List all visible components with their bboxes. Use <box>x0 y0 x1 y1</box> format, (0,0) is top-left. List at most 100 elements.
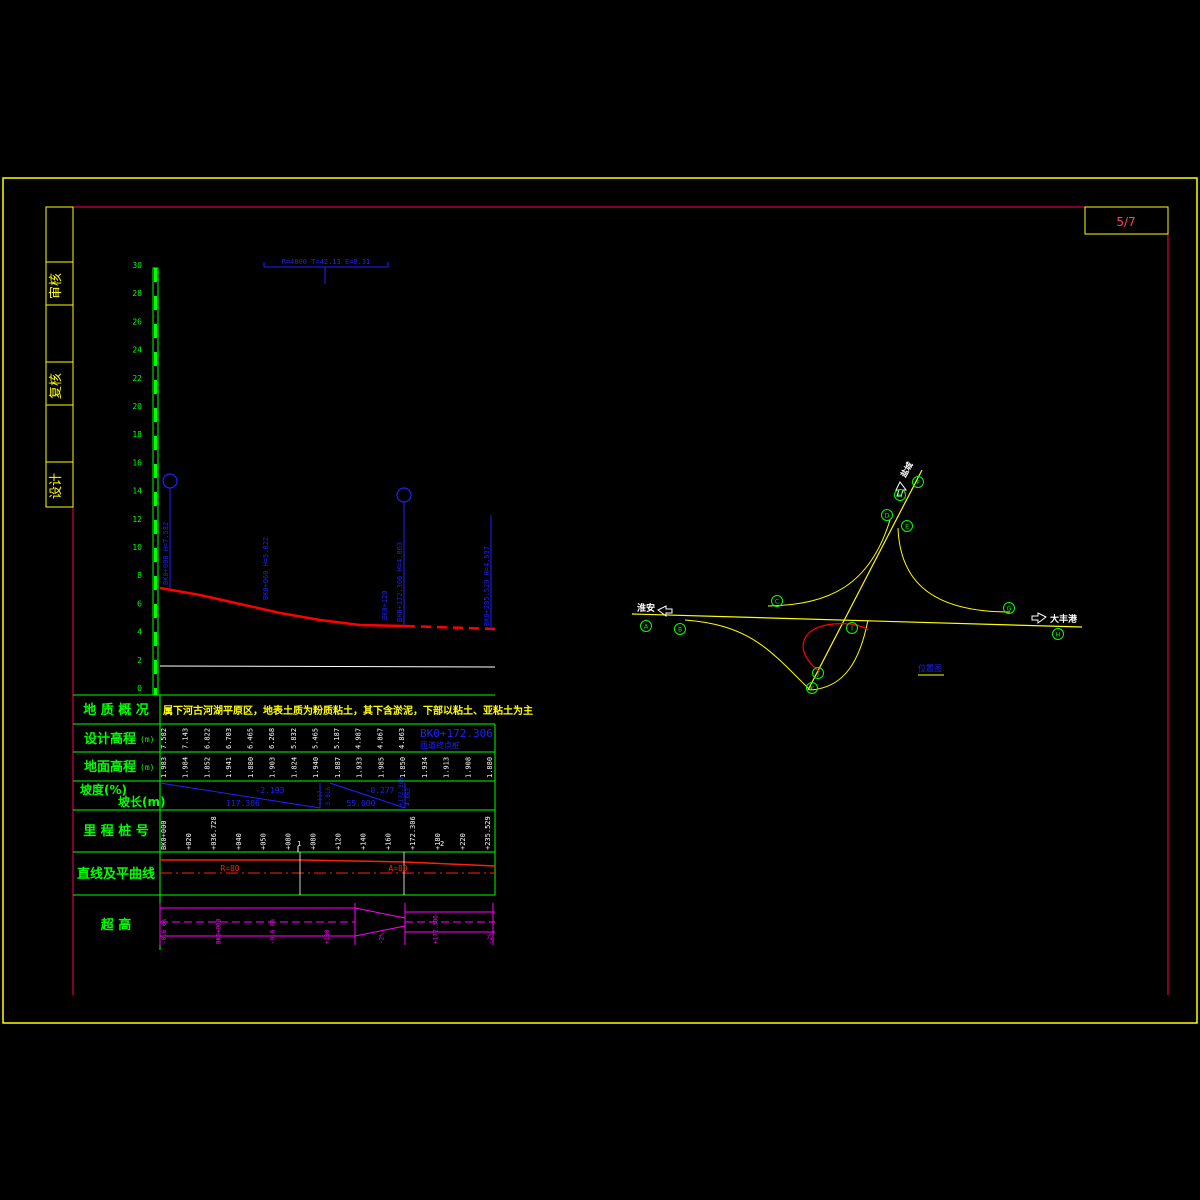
start-marker-circle <box>162 473 178 489</box>
chainage-value: +220 <box>459 833 467 850</box>
plan-caption: 位置图 <box>918 663 942 673</box>
y-tick-label: 4 <box>137 628 142 637</box>
plan-node-label: A <box>644 624 649 631</box>
ground-elevation-values: 1.983 1.984 1.852 1.941 1.880 1.903 1.824 1.940… <box>160 757 494 778</box>
row-label-geology: 地 质 概 况 <box>83 702 149 718</box>
vertical-curve-label: R=4800 T=42.13 E=0.31 <box>282 258 371 266</box>
y-tick-label: 10 <box>132 543 142 552</box>
page-number: 5/7 <box>1116 215 1135 229</box>
row-label-design-elev: 设计高程 <box>84 731 136 747</box>
ground-elevation-value: 1.903 <box>269 757 277 778</box>
superelevation-value: -2% <box>378 933 385 944</box>
design-elevation-value: 5.832 <box>290 728 298 749</box>
alignment-curve <box>160 859 496 867</box>
annotation-start: BK0+000 H=7.582 <box>162 522 170 585</box>
design-elevation-value: 4.987 <box>355 728 363 749</box>
plan-node-label: C <box>775 599 779 606</box>
slope-length-2: 55.000 <box>347 799 376 808</box>
ground-elevation-value: 1.887 <box>334 757 342 778</box>
chainage-value: BK0+000 <box>160 820 168 850</box>
ground-elevation-value: 1.941 <box>225 757 233 778</box>
ground-elevation-value: 1.880 <box>486 757 494 778</box>
chainage-value: +235.529 <box>484 816 492 850</box>
chainage-value: +120 <box>334 833 342 850</box>
design-elevation-value: 6.465 <box>247 728 255 749</box>
row-label-superelevation: 超 高 <box>101 917 132 933</box>
ground-elevation-value: 1.984 <box>182 757 190 778</box>
y-tick-label: 6 <box>137 599 142 608</box>
slope-break-c: +172.306 <box>398 777 405 806</box>
plan-node-label: M <box>897 493 902 500</box>
unit-label: (m) <box>140 763 154 772</box>
slope-break-b: 5.016 <box>325 787 332 805</box>
curve-radius-label: R=80 <box>220 864 239 873</box>
end-marker-circle <box>396 487 412 503</box>
unit-label: (m) <box>140 735 154 744</box>
chainage-value: +050 <box>260 833 268 850</box>
ground-elevation-value: 1.852 <box>203 757 211 778</box>
row-label-alignment: 直线及平曲线 <box>77 866 155 882</box>
plan-view <box>631 469 1083 691</box>
design-elevation-value: 6.822 <box>203 728 211 749</box>
ground-elevation-value: 1.983 <box>160 757 168 778</box>
superelevation-value: +100 <box>324 929 331 944</box>
annotation-mid1: BK0+060 H=5.822 <box>262 537 270 600</box>
plan-node-label: B <box>678 627 682 634</box>
design-elevation-value: 7.143 <box>182 728 190 749</box>
ground-elevation-value: 1.933 <box>356 757 364 778</box>
superelevation-value: +172.306 <box>433 915 440 944</box>
city-label-east: 大丰港 <box>1050 613 1078 625</box>
row-label-chainage: 里 程 桩 号 <box>83 823 149 839</box>
design-elevation-value: 6.703 <box>225 728 233 749</box>
ramp-loop-red <box>802 623 869 673</box>
ramp-nw <box>767 519 891 607</box>
plan-node-label: J <box>816 671 819 678</box>
design-elevation-value: 5.187 <box>333 728 341 749</box>
ground-elevation-value: 1.908 <box>464 757 472 778</box>
design-note-sub: 匝道终点桩 <box>420 740 460 750</box>
plan-node-label: F <box>916 480 920 487</box>
curve-spiral-label: A=80 <box>388 864 407 873</box>
plan-node-label: E <box>905 524 909 531</box>
sig-label-check: 复核 <box>49 373 64 399</box>
drawing-canvas: 5/7 审核 复核 设计 024681012141618202224262830… <box>2 177 1198 1024</box>
ramp-ne <box>897 527 1011 613</box>
ramp-sw <box>684 619 811 691</box>
chainage-value: +020 <box>185 833 193 850</box>
slope-value-2: -0.277 <box>366 786 395 795</box>
sig-label-review: 审核 <box>49 273 64 299</box>
plan-node-markers: A B C D E F G H I J K M <box>640 476 1064 694</box>
y-tick-label: 28 <box>132 289 142 298</box>
y-tick-label: 30 <box>132 261 142 270</box>
chainage-value: +160 <box>384 833 392 850</box>
y-tick-label: 24 <box>132 346 142 355</box>
y-tick-label: 22 <box>132 374 142 383</box>
design-elevation-value: 4.863 <box>398 728 406 749</box>
plan-node-label: G <box>1007 606 1012 613</box>
ground-line <box>159 665 496 668</box>
design-elevation-value: 7.582 <box>160 728 168 749</box>
ground-elevation-value: 1.934 <box>421 757 429 778</box>
ground-elevation-value: 1.985 <box>377 757 385 778</box>
ground-elevation-value: 1.940 <box>312 757 320 778</box>
design-elevation-value: 4.867 <box>376 728 384 749</box>
annotation-last: BK0+235.529 H=4.537 <box>483 546 491 626</box>
ground-elevation-value: 1.824 <box>290 757 298 778</box>
row-label-slope-length: 坡长(m) <box>118 794 165 809</box>
row-label-ground-elev: 地面高程 <box>84 759 136 775</box>
design-grade-line <box>159 586 406 628</box>
annotation-end: BK0+172.306 H=4.863 <box>396 542 404 622</box>
geology-description: 属下河古河湖平原区，地表土质为粉质粘土，其下含淤泥，下部以粘土、亚粘土为主 <box>163 704 533 717</box>
chainage-value: +172.306 <box>409 816 417 850</box>
chainage-value: +080 <box>310 833 318 850</box>
y-tick-label: 20 <box>132 402 142 411</box>
ground-elevation-value: 1.850 <box>399 757 407 778</box>
chainage-value: +080 <box>285 833 293 850</box>
annotation-mid2: BK0+120 <box>381 590 389 620</box>
ground-elevation-value: 1.913 <box>443 757 451 778</box>
design-elevation-value: 6.268 <box>268 728 276 749</box>
superelevation-values: -0.6 0% BK0+000 -0.6 0% +100 -2% +172.306 -2% <box>161 915 494 944</box>
sig-label-design: 设计 <box>49 473 64 499</box>
y-tick-label: 16 <box>132 458 142 467</box>
plan-node-label: K <box>810 686 815 693</box>
